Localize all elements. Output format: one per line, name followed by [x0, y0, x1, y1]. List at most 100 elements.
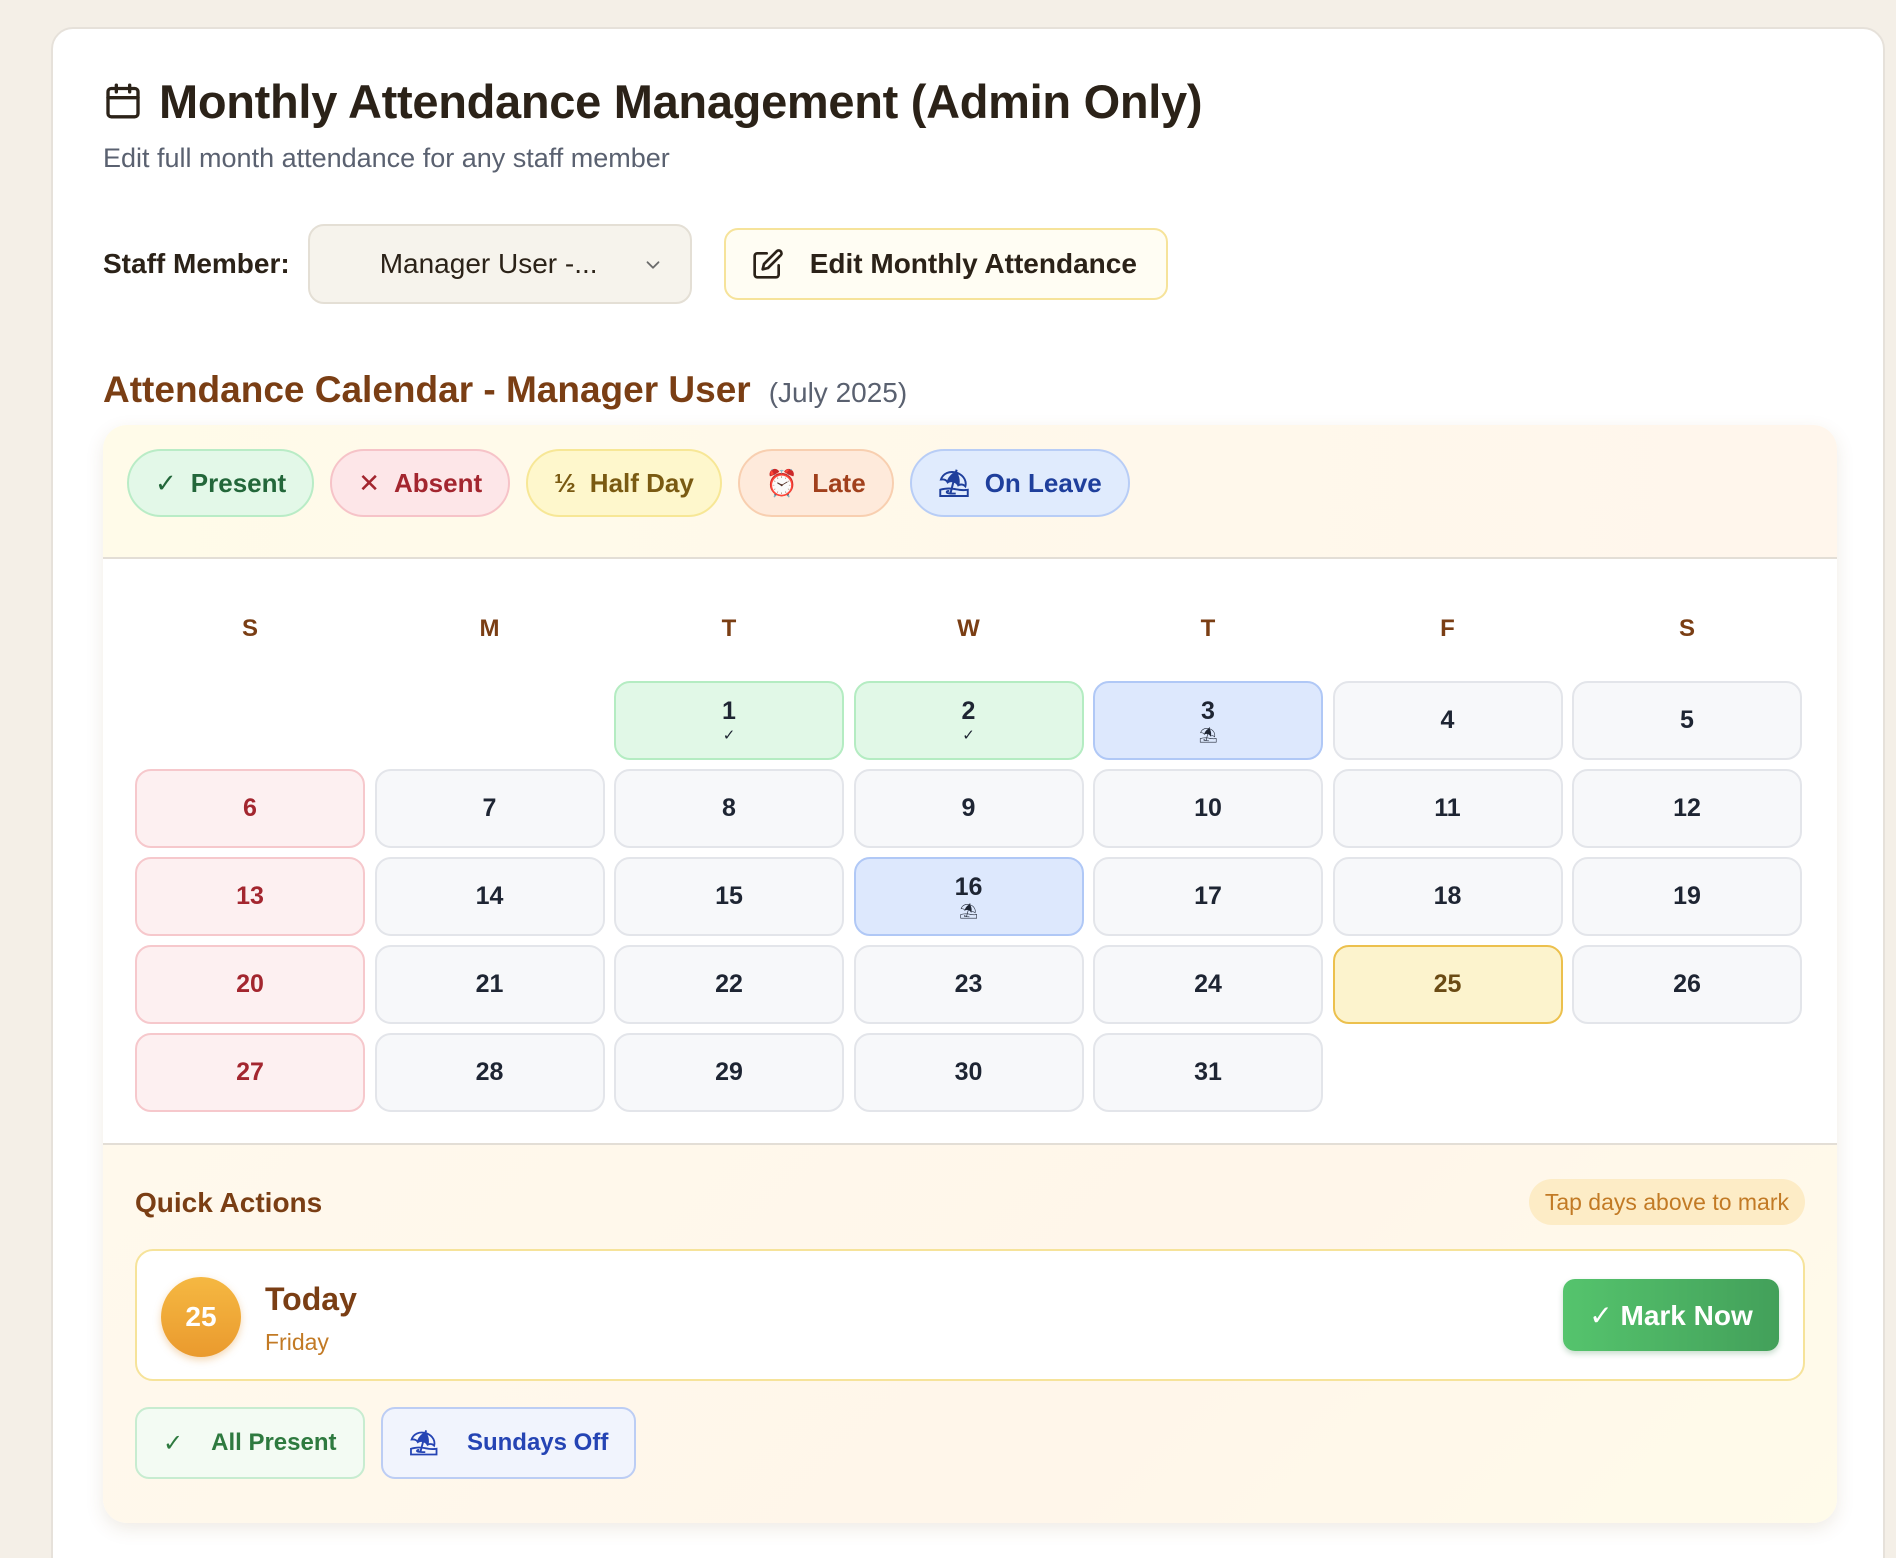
calendar-day[interactable]: 12 [1572, 769, 1802, 848]
status-legend: ✓ Present ✕ Absent ½ Half Day ⏰ Late ⛱ On Lea… [127, 449, 1130, 517]
calendar-day[interactable]: 13 [135, 857, 365, 936]
beach-umbrella-icon: ⛱ [408, 1429, 439, 1457]
today-weekday: Friday [265, 1329, 329, 1355]
calendar-day-today[interactable]: 25 [1332, 945, 1563, 1024]
edit-icon [753, 249, 783, 279]
calendar-day[interactable]: 10 [1093, 769, 1323, 848]
today-label: Today [265, 1281, 357, 1317]
day-number: 30 [954, 1058, 983, 1086]
day-number: 20 [236, 970, 264, 998]
legend-label: Late [812, 467, 866, 498]
calendar-grid: 1 ✓ 2 ✓ 3 ⛱ 4 5 6 7 8 9 10 11 12 13 14 15 1… [135, 681, 1802, 1112]
day-number: 18 [1433, 882, 1462, 910]
day-number: 19 [1673, 882, 1701, 910]
calendar-day[interactable]: 20 [135, 945, 365, 1024]
alarm-clock-icon: ⏰ [765, 467, 799, 498]
quick-actions-hint: Tap days above to mark [1528, 1179, 1805, 1225]
check-icon: ✓ [155, 467, 177, 498]
calendar-day[interactable]: 19 [1572, 857, 1802, 936]
title-row: Monthly Attendance Management (Admin Onl… [103, 71, 1203, 131]
calendar-day[interactable]: 29 [614, 1033, 844, 1112]
x-icon: ✕ [358, 467, 380, 498]
day-number: 12 [1673, 794, 1701, 822]
weekday-label: T [1200, 615, 1216, 642]
calendar-title: Attendance Calendar - Manager User [103, 369, 751, 410]
calendar-day[interactable]: 8 [614, 769, 844, 848]
all-present-label: All Present [211, 1429, 337, 1456]
day-number: 14 [475, 882, 504, 910]
today-date-badge: 25 [161, 1277, 241, 1357]
calendar-day[interactable]: 14 [374, 857, 605, 936]
calendar-day[interactable]: 6 [135, 769, 365, 848]
day-number: 2 [961, 697, 976, 725]
day-number: 22 [715, 970, 743, 998]
calendar-day[interactable]: 24 [1093, 945, 1323, 1024]
staff-selector-row: Staff Member: Manager User -... Edit Mon… [103, 224, 1168, 304]
legend-label: Present [190, 467, 287, 498]
quick-actions-title: Quick Actions [135, 1187, 323, 1218]
calendar-day[interactable]: 1 ✓ [614, 681, 844, 760]
legend-on-leave: ⛱ On Leave [909, 449, 1130, 517]
weekday-label: S [241, 615, 258, 642]
legend-label: On Leave [984, 467, 1102, 498]
attendance-card: Monthly Attendance Management (Admin Onl… [51, 27, 1885, 1558]
calendar-day[interactable]: 26 [1572, 945, 1802, 1024]
calendar-day[interactable]: 16 ⛱ [853, 857, 1084, 936]
calendar-day[interactable]: 4 [1332, 681, 1563, 760]
today-card: 25 Today Friday ✓ Mark Now [135, 1249, 1805, 1381]
calendar-day[interactable]: 7 [374, 769, 605, 848]
day-number: 11 [1434, 794, 1461, 822]
sundays-off-label: Sundays Off [466, 1429, 609, 1456]
day-number: 5 [1680, 706, 1694, 734]
day-number: 31 [1194, 1058, 1222, 1086]
edit-monthly-attendance-button[interactable]: Edit Monthly Attendance [723, 228, 1168, 300]
edit-monthly-attendance-label: Edit Monthly Attendance [809, 248, 1137, 279]
calendar-day[interactable]: 5 [1572, 681, 1802, 760]
staff-member-select[interactable]: Manager User -... [307, 224, 692, 304]
day-number: 15 [715, 882, 743, 910]
calendar-day[interactable]: 18 [1332, 857, 1563, 936]
calendar-day[interactable]: 2 ✓ [853, 681, 1084, 760]
calendar-day[interactable]: 9 [853, 769, 1084, 848]
calendar-day[interactable]: 31 [1093, 1033, 1323, 1112]
calendar-empty-cell [375, 681, 605, 760]
all-present-button[interactable]: ✓ All Present [135, 1407, 365, 1479]
calendar-day[interactable]: 30 [853, 1033, 1084, 1112]
calendar-day[interactable]: 17 [1093, 857, 1323, 936]
calendar-day[interactable]: 27 [135, 1033, 365, 1112]
calendar-day[interactable]: 3 ⛱ [1093, 681, 1323, 760]
calendar-day[interactable]: 15 [614, 857, 844, 936]
quick-actions-section: Quick Actions Tap days above to mark 25 … [103, 1143, 1837, 1523]
check-icon: ✓ [722, 727, 736, 744]
day-number: 7 [482, 794, 497, 822]
legend-late: ⏰ Late [737, 449, 894, 517]
weekday-header: S M T W T F S [135, 615, 1802, 643]
check-icon: ✓ [962, 727, 975, 744]
day-number: 10 [1194, 794, 1222, 822]
mark-now-button[interactable]: ✓ Mark Now [1563, 1279, 1779, 1351]
calendar-heading: Attendance Calendar - Manager User (July… [103, 369, 907, 411]
day-number: 4 [1440, 706, 1455, 734]
calendar-empty-cell [135, 681, 365, 760]
beach-umbrella-icon: ⛱ [937, 467, 971, 498]
calendar-day[interactable]: 28 [374, 1033, 605, 1112]
day-number: 28 [475, 1058, 504, 1086]
page-subtitle: Edit full month attendance for any staff… [103, 143, 670, 173]
weekday-label: S [1678, 615, 1695, 642]
day-number: 17 [1194, 882, 1222, 910]
calendar-day[interactable]: 22 [614, 945, 844, 1024]
legend-half-day: ½ Half Day [526, 449, 722, 517]
calendar-day[interactable]: 21 [374, 945, 605, 1024]
legend-absent: ✕ Absent [330, 449, 511, 517]
staff-member-label: Staff Member: [103, 248, 290, 279]
legend-label: Absent [393, 467, 483, 498]
calendar-panel: ✓ Present ✕ Absent ½ Half Day ⏰ Late ⛱ On Lea… [103, 425, 1837, 1523]
legend-area: ✓ Present ✕ Absent ½ Half Day ⏰ Late ⛱ On Lea… [103, 425, 1837, 559]
weekday-label: M [479, 615, 500, 642]
calendar-day[interactable]: 23 [853, 945, 1084, 1024]
day-number: 9 [961, 794, 976, 822]
sundays-off-button[interactable]: ⛱ Sundays Off [380, 1407, 637, 1479]
day-number: 8 [722, 794, 736, 822]
calendar-day[interactable]: 11 [1332, 769, 1563, 848]
day-number: 16 [954, 873, 983, 901]
